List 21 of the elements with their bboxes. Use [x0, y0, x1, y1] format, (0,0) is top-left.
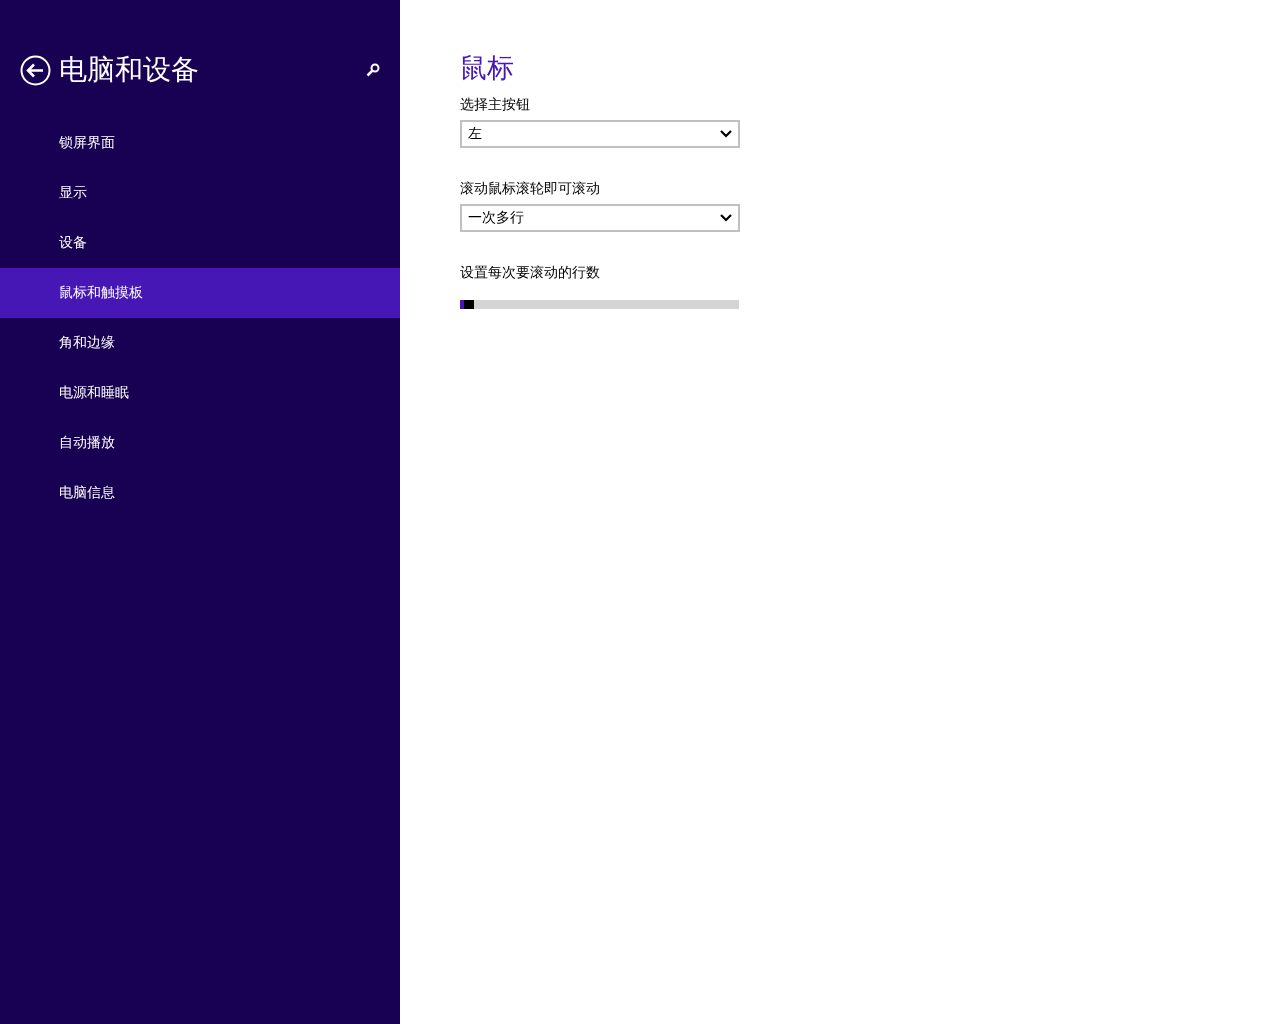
- slider-track[interactable]: [460, 300, 739, 309]
- setting-label: 滚动鼠标滚轮即可滚动: [460, 180, 601, 198]
- page-title: 电脑和设备: [59, 52, 200, 88]
- chevron-down-icon: [720, 214, 732, 222]
- dropdown[interactable]: 左: [460, 120, 740, 148]
- nav-item[interactable]: 显示: [0, 168, 400, 218]
- section-title: 鼠标: [460, 51, 515, 85]
- chevron-down-icon: [720, 130, 732, 138]
- setting-label: 设置每次要滚动的行数: [460, 264, 601, 282]
- nav-item[interactable]: 鼠标和触摸板: [0, 268, 400, 318]
- dropdown[interactable]: 一次多行: [460, 204, 740, 232]
- back-icon[interactable]: [20, 54, 51, 86]
- slider-thumb[interactable]: [463, 300, 474, 309]
- nav-item[interactable]: 电脑信息: [0, 468, 400, 518]
- nav-item[interactable]: 自动播放: [0, 418, 400, 468]
- nav-item[interactable]: 设备: [0, 218, 400, 268]
- setting-label: 选择主按钮: [460, 96, 531, 114]
- search-icon[interactable]: [366, 63, 380, 77]
- nav-item[interactable]: 电源和睡眠: [0, 368, 400, 418]
- nav-item[interactable]: 锁屏界面: [0, 118, 400, 168]
- nav-item[interactable]: 角和边缘: [0, 318, 400, 368]
